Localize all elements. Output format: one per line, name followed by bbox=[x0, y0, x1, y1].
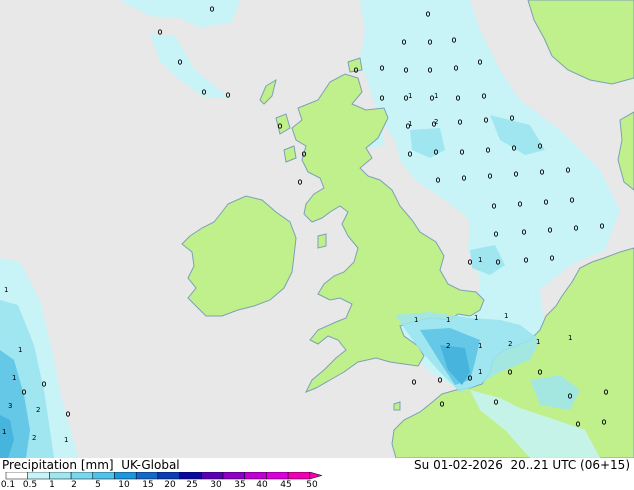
legend-swatch bbox=[27, 472, 50, 480]
legend-arrow bbox=[309, 472, 323, 480]
legend-tick-label: 30 bbox=[210, 480, 222, 490]
legend-swatch bbox=[244, 472, 267, 480]
legend-tick-label: 0.5 bbox=[22, 480, 38, 490]
precip-value-label: 1 bbox=[408, 92, 412, 100]
legend-tick-label: 10 bbox=[118, 480, 130, 490]
precip-value-label: 1 bbox=[2, 428, 6, 436]
legend-tick-label: 0.1 bbox=[0, 480, 16, 490]
legend-tick-label: 20 bbox=[164, 480, 176, 490]
precip-value-label: 1 bbox=[504, 312, 508, 320]
legend-tick-label: 1 bbox=[49, 480, 55, 490]
map-title: Precipitation [mm] UK-Global bbox=[2, 458, 180, 472]
precip-value-label: 1 bbox=[474, 314, 478, 322]
precip-value-label: 1 bbox=[446, 316, 450, 324]
precip-value-label: 1 bbox=[478, 342, 482, 350]
legend-swatch bbox=[92, 472, 115, 480]
precip-value-label: 1 bbox=[536, 338, 540, 346]
legend-swatch bbox=[287, 472, 311, 480]
legend-swatch bbox=[179, 472, 202, 480]
precip-value-label: 1 bbox=[478, 368, 482, 376]
legend-tick-label: 40 bbox=[256, 480, 268, 490]
precip-value-label: 3 bbox=[8, 402, 12, 410]
precip-value-label: 1 bbox=[18, 346, 22, 354]
precip-value-label: 1 bbox=[568, 334, 572, 342]
precip-value-label: 1 bbox=[64, 436, 68, 444]
legend-swatch bbox=[157, 472, 180, 480]
land-isle-of-man bbox=[317, 233, 327, 249]
legend-swatch bbox=[266, 472, 289, 480]
legend-tick-label: 35 bbox=[234, 480, 246, 490]
precip-value-label: 1 bbox=[478, 256, 482, 264]
precip-value-label: 2 bbox=[36, 406, 40, 414]
precip-value-label: 2 bbox=[434, 118, 438, 126]
precip-value-label: 1 bbox=[4, 286, 8, 294]
legend-tick-label: 50 bbox=[306, 480, 318, 490]
precipitation-map: 1 2 3 1 2 1 1 1 2 1 1 1 2 1 1 1 1 1 1 2 1 1 1 bbox=[0, 0, 634, 459]
valid-time: Su 01-02-2026 20..21 UTC (06+15) bbox=[414, 458, 630, 472]
legend-swatch bbox=[201, 472, 224, 480]
legend-swatch bbox=[5, 472, 28, 480]
legend-swatch bbox=[70, 472, 94, 480]
precip-value-label: 2 bbox=[446, 342, 450, 350]
precip-value-label: 2 bbox=[508, 340, 512, 348]
legend-swatch bbox=[49, 472, 72, 480]
precip-value-label: 1 bbox=[414, 316, 418, 324]
precip-value-label: 1 bbox=[12, 374, 16, 382]
legend-swatch bbox=[135, 472, 159, 480]
precip-value-label: 1 bbox=[408, 120, 412, 128]
precip-value-label: 2 bbox=[32, 434, 36, 442]
precip-value-label: 1 bbox=[434, 92, 438, 100]
legend-tick-label: 5 bbox=[95, 480, 101, 490]
legend-swatch bbox=[114, 472, 137, 480]
legend-tick-label: 15 bbox=[142, 480, 154, 490]
legend-swatch bbox=[222, 472, 245, 480]
legend-tick-label: 2 bbox=[71, 480, 77, 490]
map-footer: Precipitation [mm] UK-Global Su 01-02-20… bbox=[0, 458, 634, 490]
legend-tick-label: 45 bbox=[280, 480, 292, 490]
legend-tick-label: 25 bbox=[186, 480, 198, 490]
